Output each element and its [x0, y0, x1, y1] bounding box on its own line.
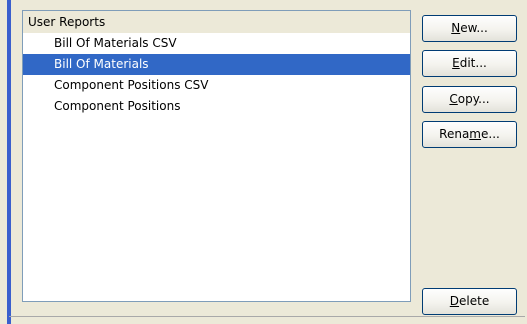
- bottom-divider: [9, 316, 525, 317]
- new-button-mnemonic: N: [451, 21, 461, 35]
- list-item-label: Bill Of Materials: [54, 57, 149, 71]
- reports-panel: User Reports Bill Of Materials CSV Bill …: [0, 0, 527, 324]
- left-accent-bar: [7, 0, 11, 324]
- reports-list[interactable]: User Reports Bill Of Materials CSV Bill …: [22, 10, 411, 302]
- group-header-user-reports: User Reports: [23, 11, 410, 33]
- edit-button-mnemonic: E: [452, 56, 460, 70]
- list-item-bill-of-materials[interactable]: Bill Of Materials: [23, 54, 410, 75]
- copy-button[interactable]: Copy...: [422, 86, 517, 113]
- list-item-bill-of-materials-csv[interactable]: Bill Of Materials CSV: [23, 33, 410, 54]
- list-item-component-positions-csv[interactable]: Component Positions CSV: [23, 75, 410, 96]
- list-item-label: Component Positions CSV: [54, 78, 209, 92]
- new-button[interactable]: New...: [422, 15, 517, 42]
- rename-button[interactable]: Rename...: [422, 121, 517, 148]
- list-item-label: Bill Of Materials CSV: [54, 36, 177, 50]
- edit-button[interactable]: Edit...: [422, 50, 517, 77]
- list-item-component-positions[interactable]: Component Positions: [23, 96, 410, 117]
- copy-button-mnemonic: C: [449, 92, 458, 106]
- list-item-label: Component Positions: [54, 99, 181, 113]
- delete-button[interactable]: Delete: [422, 288, 517, 315]
- delete-button-mnemonic: D: [449, 294, 460, 308]
- rename-button-mnemonic: m: [469, 127, 481, 141]
